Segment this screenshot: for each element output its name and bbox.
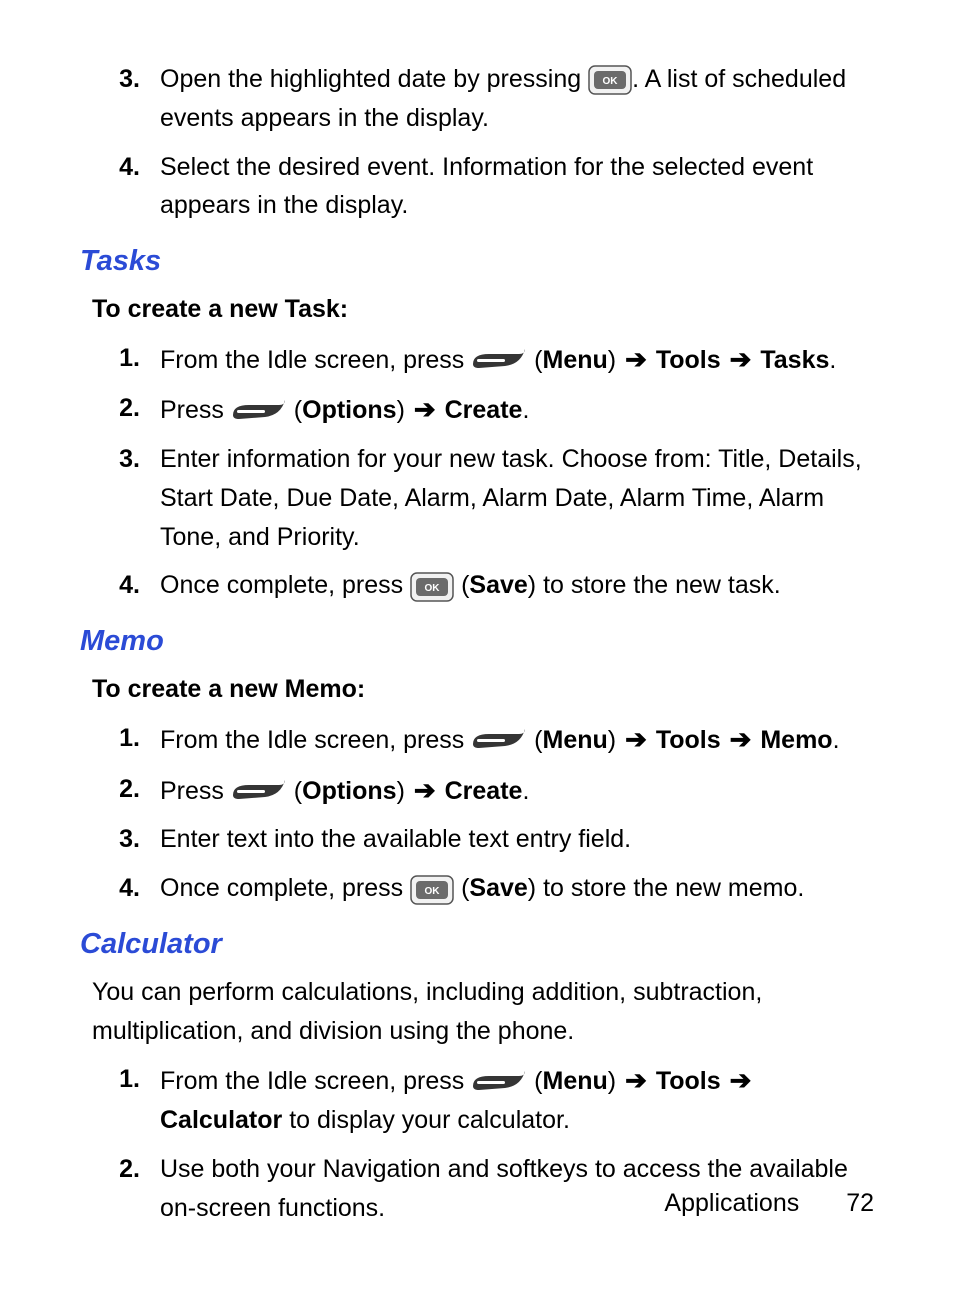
step-number: 3. <box>80 60 160 99</box>
step-list: 3.Open the highlighted date by pressing … <box>80 60 874 225</box>
bold-text: Menu <box>543 346 608 374</box>
step-item: 4.Once complete, press OK (Save) to stor… <box>80 869 874 908</box>
step-body: Enter information for your new task. Cho… <box>160 440 874 556</box>
step-item: 1.From the Idle screen, press (Menu) ➔ T… <box>80 719 874 760</box>
step-body: Press (Options) ➔ Create. <box>160 770 874 811</box>
step-body: Press (Options) ➔ Create. <box>160 389 874 430</box>
ok-key-icon: OK <box>410 875 454 905</box>
svg-text:OK: OK <box>425 583 441 594</box>
step-item: 3.Enter information for your new task. C… <box>80 440 874 556</box>
bold-text: Save <box>469 874 527 902</box>
bold-text: Menu <box>543 726 608 754</box>
arrow-right-icon: ➔ <box>728 724 754 754</box>
step-body: Open the highlighted date by pressing OK… <box>160 60 874 138</box>
arrow-right-icon: ➔ <box>412 775 438 805</box>
step-number: 4. <box>80 148 160 187</box>
step-number: 1. <box>80 719 160 758</box>
heading-memo: Memo <box>80 619 874 664</box>
document-page: 3.Open the highlighted date by pressing … <box>0 0 954 1295</box>
step-item: 2.Press (Options) ➔ Create. <box>80 389 874 430</box>
softkey-icon <box>471 728 527 754</box>
bold-text: Options <box>302 396 396 424</box>
step-body: Once complete, press OK (Save) to store … <box>160 566 874 605</box>
heading-calculator: Calculator <box>80 922 874 967</box>
step-item: 4.Once complete, press OK (Save) to stor… <box>80 566 874 605</box>
svg-text:OK: OK <box>425 886 441 897</box>
step-item: 1.From the Idle screen, press (Menu) ➔ T… <box>80 339 874 380</box>
step-number: 4. <box>80 869 160 908</box>
footer-page-number: 72 <box>846 1184 874 1223</box>
ok-key-icon: OK <box>410 572 454 602</box>
heading-tasks: Tasks <box>80 239 874 284</box>
arrow-right-icon: ➔ <box>623 724 649 754</box>
page-footer: Applications 72 <box>664 1184 874 1223</box>
step-item: 3.Enter text into the available text ent… <box>80 820 874 859</box>
subheading-memo: To create a new Memo: <box>92 670 874 709</box>
step-number: 2. <box>80 389 160 428</box>
arrow-right-icon: ➔ <box>728 344 754 374</box>
step-item: 3.Open the highlighted date by pressing … <box>80 60 874 138</box>
step-item: 2.Press (Options) ➔ Create. <box>80 770 874 811</box>
step-number: 4. <box>80 566 160 605</box>
softkey-icon <box>231 779 287 805</box>
calculator-intro: You can perform calculations, including … <box>92 973 874 1051</box>
step-number: 3. <box>80 820 160 859</box>
bold-text: Create <box>445 396 523 424</box>
step-number: 1. <box>80 1060 160 1099</box>
bold-text: Tools <box>656 726 721 754</box>
step-body: Enter text into the available text entry… <box>160 820 874 859</box>
ok-key-icon: OK <box>588 65 632 95</box>
subheading-tasks: To create a new Task: <box>92 290 874 329</box>
step-list: 1.From the Idle screen, press (Menu) ➔ T… <box>80 339 874 606</box>
bold-text: Options <box>302 777 396 805</box>
arrow-right-icon: ➔ <box>623 1065 649 1095</box>
step-body: From the Idle screen, press (Menu) ➔ Too… <box>160 719 874 760</box>
arrow-right-icon: ➔ <box>728 1065 754 1095</box>
step-body: From the Idle screen, press (Menu) ➔ Too… <box>160 1060 874 1140</box>
bold-text: Tools <box>656 1067 721 1095</box>
bold-text: Memo <box>760 726 832 754</box>
step-list: 1.From the Idle screen, press (Menu) ➔ T… <box>80 719 874 908</box>
step-item: 4.Select the desired event. Information … <box>80 148 874 226</box>
softkey-icon <box>471 348 527 374</box>
svg-text:OK: OK <box>603 76 619 87</box>
bold-text: Menu <box>543 1067 608 1095</box>
footer-section: Applications <box>664 1189 799 1217</box>
arrow-right-icon: ➔ <box>412 394 438 424</box>
softkey-icon <box>471 1070 527 1096</box>
bold-text: Save <box>469 571 527 599</box>
step-item: 1.From the Idle screen, press (Menu) ➔ T… <box>80 1060 874 1140</box>
softkey-icon <box>231 399 287 425</box>
step-number: 3. <box>80 440 160 479</box>
arrow-right-icon: ➔ <box>623 344 649 374</box>
bold-text: Calculator <box>160 1106 282 1134</box>
step-number: 2. <box>80 1150 160 1189</box>
bold-text: Tools <box>656 346 721 374</box>
step-body: Once complete, press OK (Save) to store … <box>160 869 874 908</box>
step-body: Select the desired event. Information fo… <box>160 148 874 226</box>
bold-text: Tasks <box>760 346 829 374</box>
step-body: From the Idle screen, press (Menu) ➔ Too… <box>160 339 874 380</box>
step-number: 2. <box>80 770 160 809</box>
bold-text: Create <box>445 777 523 805</box>
step-number: 1. <box>80 339 160 378</box>
